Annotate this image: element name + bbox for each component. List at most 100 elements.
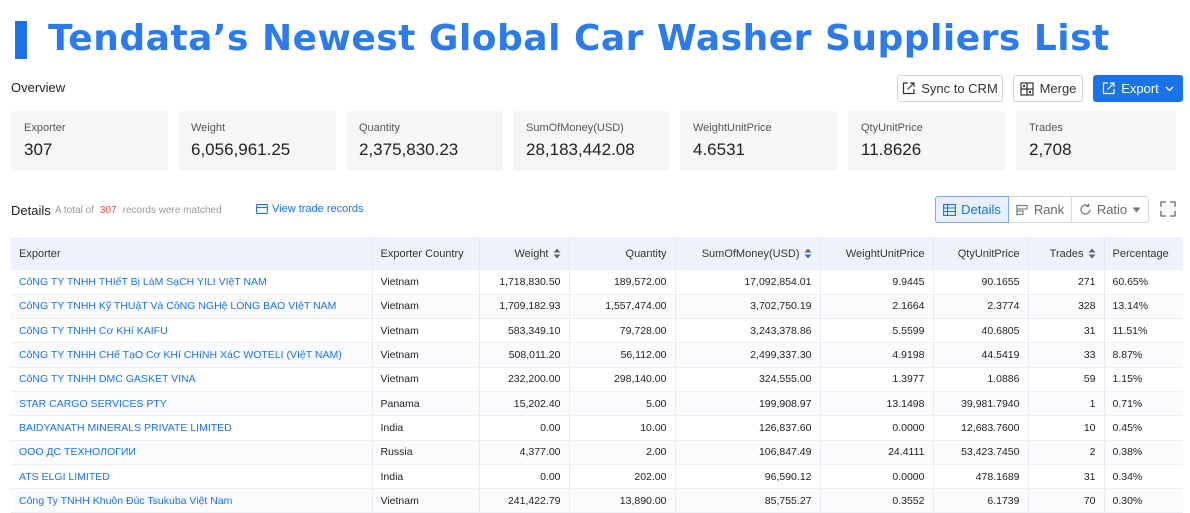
column-header-quantity: Quantity	[569, 237, 676, 270]
stat-card-quantity: Quantity 2,375,830.23	[346, 111, 503, 171]
chevron-down-icon	[1165, 86, 1174, 91]
exporter-link[interactable]: CôNG TY TNHH THIếT Bị LàM SạCH YILI VIệT…	[11, 270, 373, 295]
column-header-label: WeightUnitPrice	[845, 247, 925, 260]
table-cell: 0.0000	[820, 415, 934, 441]
table-cell: 17,092,854.01	[675, 270, 821, 295]
table-cell: 271	[1028, 270, 1105, 295]
table-cell: 33	[1028, 342, 1105, 368]
table-cell: 189,572.00	[569, 270, 676, 295]
table-cell: 8.87%	[1104, 342, 1183, 368]
table-row: CôNG TY TNHH Kỹ THUậT Và CôNG NGHệ LONG …	[11, 294, 1183, 320]
sort-icon[interactable]	[804, 248, 812, 259]
exporter-link[interactable]: STAR CARGO SERVICES PTY	[11, 391, 373, 417]
caret-down-icon	[1132, 207, 1141, 212]
table-cell: 70	[1028, 488, 1105, 513]
tab-ratio[interactable]: Ratio	[1071, 196, 1149, 223]
export-button[interactable]: Export	[1093, 75, 1183, 102]
stat-label: Trades	[1029, 122, 1063, 134]
note-suffix: records were matched	[122, 205, 222, 216]
exporter-link[interactable]: ATS ELGI LIMITED	[11, 464, 373, 490]
stat-card-weightunitprice: WeightUnitPrice 4.6531	[680, 111, 838, 171]
table-cell: 1,557,474.00	[569, 294, 676, 320]
table-cell: 10	[1028, 415, 1105, 441]
sync-to-crm-button[interactable]: Sync to CRM	[897, 75, 1003, 102]
tab-details[interactable]: Details	[935, 196, 1009, 223]
table-cell: 2,499,337.30	[675, 342, 821, 368]
details-heading: Details	[11, 203, 51, 218]
table-cell: India	[372, 415, 480, 441]
table-cell: 2.00	[569, 440, 676, 465]
table-cell: 44.5419	[933, 342, 1029, 368]
records-matched-note: A total of 307 records were matched	[55, 205, 222, 216]
table-cell: Vietnam	[372, 488, 480, 513]
table-row: CôNG TY TNHH THIếT Bị LàM SạCH YILI VIệT…	[11, 270, 1183, 295]
expand-icon[interactable]	[1160, 201, 1176, 217]
column-header-weightunitprice: WeightUnitPrice	[820, 237, 934, 270]
column-header-label: Exporter	[19, 247, 61, 260]
export-icon	[1103, 82, 1115, 95]
stat-value: 4.6531	[693, 140, 745, 159]
exporter-link[interactable]: ООО ДС ТЕХНОЛОГИИ	[11, 440, 373, 465]
table-cell: 13.14%	[1104, 294, 1183, 320]
table-cell: 56,112.00	[569, 342, 676, 368]
merge-grid-icon	[1019, 81, 1034, 96]
stat-card-qtyunitprice: QtyUnitPrice 11.8626	[848, 111, 1006, 171]
stat-card-sumofmoney-usd: SumOfMoney(USD) 28,183,442.08	[513, 111, 670, 171]
records-count: 307	[99, 205, 117, 216]
exporter-link[interactable]: CôNG TY TNHH CHế TạO Cơ KHí CHíNH XáC WO…	[11, 342, 373, 368]
table-cell: 79,728.00	[569, 318, 676, 344]
stat-label: Quantity	[359, 122, 400, 134]
exporter-link[interactable]: Công Ty TNHH Khuôn Đúc Tsukuba Việt Nam	[11, 488, 373, 513]
column-header-trades[interactable]: Trades	[1028, 237, 1105, 270]
exporter-link[interactable]: CôNG TY TNHH Kỹ THUậT Và CôNG NGHệ LONG …	[11, 294, 373, 320]
table-cell: India	[372, 464, 480, 490]
tab-rank[interactable]: Rank	[1008, 196, 1072, 223]
table-cell: 59	[1028, 367, 1105, 392]
column-header-label: Percentage	[1112, 247, 1169, 260]
table-cell: 0.3552	[820, 488, 934, 513]
table-cell: 2	[1028, 440, 1105, 465]
table-cell: 232,200.00	[479, 367, 570, 392]
column-header-sumofmoney-usd[interactable]: SumOfMoney(USD)	[675, 237, 821, 270]
table-cell: 5.5599	[820, 318, 934, 344]
stat-card-trades: Trades 2,708	[1016, 111, 1176, 171]
export-label: Export	[1121, 81, 1159, 96]
stat-value: 2,708	[1029, 140, 1072, 159]
table-row: Công Ty TNHH Khuôn Đúc Tsukuba Việt Nam V…	[11, 488, 1183, 513]
table-cell: Vietnam	[372, 294, 480, 320]
exporter-link[interactable]: BAIDYANATH MINERALS PRIVATE LIMITED	[11, 415, 373, 441]
table-cell: 328	[1028, 294, 1105, 320]
view-trade-records-link[interactable]: View trade records	[256, 203, 364, 215]
table-cell: 5.00	[569, 391, 676, 417]
table-cell: 90.1655	[933, 270, 1029, 295]
sort-icon[interactable]	[1088, 248, 1096, 259]
stat-value: 28,183,442.08	[526, 140, 635, 159]
table-cell: 2.3774	[933, 294, 1029, 320]
table-header-row: Exporter Exporter Country Weight Quantity Su…	[11, 237, 1183, 270]
stat-value: 6,056,961.25	[191, 140, 291, 159]
table-cell: 13,890.00	[569, 488, 676, 513]
table-cell: 298,140.00	[569, 367, 676, 392]
stat-label: Exporter	[24, 122, 66, 134]
table-cell: 126,837.60	[675, 415, 821, 441]
table-cell: 31	[1028, 318, 1105, 344]
column-header-exporter: Exporter	[11, 237, 373, 270]
exporter-link[interactable]: CôNG TY TNHH Cơ KHí KAIFU	[11, 318, 373, 344]
column-header-label: Quantity	[625, 247, 667, 260]
merge-button[interactable]: Merge	[1013, 75, 1083, 102]
overview-heading: Overview	[11, 80, 66, 95]
table-cell: 24.4111	[820, 440, 934, 465]
table-cell: 1,718,830.50	[479, 270, 570, 295]
sort-icon[interactable]	[553, 248, 561, 259]
table-cell: 1.3977	[820, 367, 934, 392]
table-cell: 10.00	[569, 415, 676, 441]
exporters-table: Exporter Exporter Country Weight Quantity Su…	[11, 237, 1183, 513]
column-header-label: Exporter Country	[380, 247, 464, 260]
column-header-weight[interactable]: Weight	[479, 237, 570, 270]
bar-rank-icon	[1016, 204, 1028, 215]
exporter-link[interactable]: CôNG TY TNHH DMC GASKET VINA	[11, 367, 373, 392]
merge-label: Merge	[1039, 81, 1077, 96]
table-cell: Vietnam	[372, 318, 480, 344]
view-trade-records-label: View trade records	[272, 203, 364, 215]
table-cell: 40.6805	[933, 318, 1029, 344]
